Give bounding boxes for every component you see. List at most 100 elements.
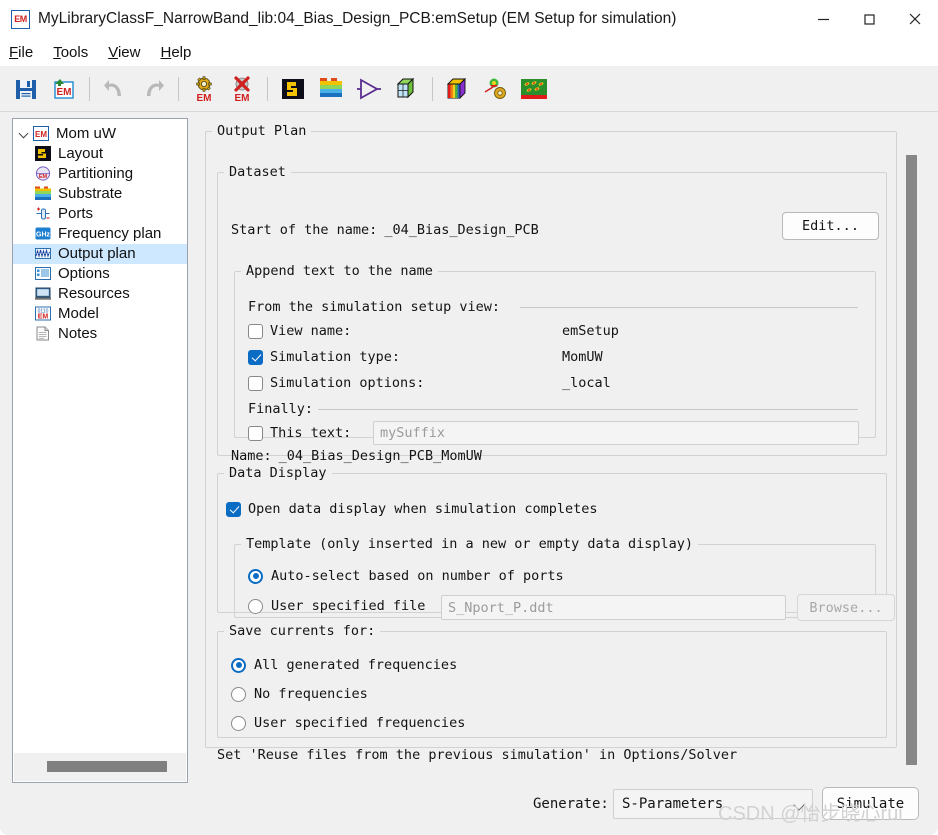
all-frequencies-label: All generated frequencies	[254, 657, 458, 673]
view-name-checkbox[interactable]	[248, 323, 263, 339]
bottom-bar: Generate: S-Parameters Simulate	[200, 783, 938, 828]
em-simulate-icon[interactable]: EM	[187, 72, 221, 106]
all-frequencies-radio[interactable]	[231, 657, 246, 673]
sidebar-horizontal-scrollbar[interactable]	[14, 753, 186, 781]
this-text-input[interactable]: mySuffix	[373, 421, 859, 445]
svg-text:EM: EM	[39, 174, 48, 180]
menu-help-label: elp	[171, 43, 192, 61]
user-specified-file-radio[interactable]	[248, 598, 263, 614]
generate-select-value: S-Parameters	[622, 796, 724, 812]
sidebar-item-partitioning[interactable]: EM Partitioning	[13, 164, 187, 184]
auto-select-radio[interactable]	[248, 568, 263, 584]
sidebar-item-resources[interactable]: Resources	[13, 284, 187, 304]
sidebar-item-options[interactable]: Options	[13, 264, 187, 284]
em-stop-icon[interactable]: EM	[225, 72, 259, 106]
menu-help[interactable]: Help	[160, 44, 191, 61]
no-frequencies-row[interactable]: No frequencies	[231, 686, 368, 702]
append-text-group: Append text to the name From the simulat…	[234, 263, 876, 445]
this-text-row[interactable]: This text:	[248, 425, 351, 441]
menu-tools[interactable]: Tools	[53, 44, 88, 61]
generate-select[interactable]: S-Parameters	[613, 789, 813, 819]
svg-text:EM: EM	[57, 87, 72, 98]
rainbow-cube-icon[interactable]	[441, 72, 475, 106]
menu-view-mnemonic: V	[108, 43, 118, 61]
scrollbar-thumb[interactable]	[906, 155, 917, 765]
output-plan-group-title: Output Plan	[217, 123, 307, 139]
edit-button[interactable]: Edit...	[782, 212, 879, 240]
this-text-checkbox[interactable]	[248, 425, 263, 441]
model-icon: 0110 EM	[35, 306, 53, 322]
sidebar-item-label: Model	[58, 305, 99, 322]
visualization-gear-icon[interactable]	[479, 72, 513, 106]
navigation-tree[interactable]: EM Mom uW Layout EM Partitioning Substra…	[12, 118, 188, 783]
auto-select-row[interactable]: Auto-select based on number of ports	[248, 568, 564, 584]
save-em-setup-icon[interactable]: EM	[47, 72, 81, 106]
save-icon[interactable]	[9, 72, 43, 106]
minimize-icon[interactable]	[800, 0, 846, 38]
simulation-type-checkbox[interactable]	[248, 349, 263, 365]
sidebar-item-label: Layout	[58, 145, 104, 162]
toolbar-separator	[89, 76, 90, 101]
sidebar-item-output-plan[interactable]: Output plan	[13, 244, 187, 264]
close-icon[interactable]	[892, 0, 938, 38]
simulation-options-row[interactable]: Simulation options:	[248, 375, 424, 391]
maximize-icon[interactable]	[846, 0, 892, 38]
user-specified-file-row[interactable]: User specified file	[248, 598, 425, 614]
finally-label: Finally:	[248, 401, 314, 417]
simulate-button[interactable]: Simulate	[822, 787, 919, 820]
sidebar-item-label: Resources	[58, 285, 130, 302]
menu-help-mnemonic: H	[160, 43, 172, 61]
sidebar-item-substrate[interactable]: Substrate	[13, 184, 187, 204]
mesh-cube-icon[interactable]	[390, 72, 424, 106]
main-vertical-scrollbar[interactable]	[900, 123, 922, 776]
simulation-type-row[interactable]: Simulation type:	[248, 349, 400, 365]
menu-view[interactable]: View	[108, 44, 140, 61]
substrate-icon[interactable]	[314, 72, 348, 106]
no-frequencies-radio[interactable]	[231, 686, 246, 702]
simulation-options-checkbox[interactable]	[248, 375, 263, 391]
start-of-name-value: _04_Bias_Design_PCB	[384, 222, 539, 238]
emmodel-symbol-icon[interactable]	[352, 72, 386, 106]
sidebar-item-model[interactable]: 0110 EM Model	[13, 304, 187, 324]
output-plan-group: Output Plan Dataset Start of the name: _…	[205, 123, 897, 763]
from-view-divider	[520, 307, 858, 308]
reuse-files-hint: Set 'Reuse files from the previous simul…	[217, 747, 738, 763]
redo-icon[interactable]	[136, 72, 170, 106]
menu-bar: File Tools View Help	[0, 38, 938, 66]
dataset-name-value: _04_Bias_Design_PCB_MomUW	[278, 448, 482, 464]
tree-item-mom-uw[interactable]: EM Mom uW	[13, 124, 187, 144]
chevron-down-icon[interactable]	[17, 127, 31, 141]
tree-item-label: Mom uW	[56, 125, 116, 142]
open-data-display-checkbox[interactable]	[226, 501, 241, 517]
options-icon	[35, 266, 53, 282]
current-density-icon[interactable]	[517, 72, 551, 106]
this-text-label: This text:	[270, 425, 352, 441]
toolbar-separator	[267, 76, 268, 101]
data-display-group-title: Data Display	[229, 465, 327, 481]
all-frequencies-row[interactable]: All generated frequencies	[231, 657, 457, 673]
user-frequencies-row[interactable]: User specified frequencies	[231, 715, 465, 731]
sidebar-item-ports[interactable]: Ports	[13, 204, 187, 224]
open-data-display-row[interactable]: Open data display when simulation comple…	[226, 501, 598, 517]
undo-icon[interactable]	[98, 72, 132, 106]
layout-icon[interactable]	[276, 72, 310, 106]
scrollbar-thumb[interactable]	[47, 761, 167, 772]
view-name-row[interactable]: View name:	[248, 323, 351, 339]
output-plan-icon	[35, 246, 53, 262]
window-controls	[800, 0, 938, 38]
browse-button[interactable]: Browse...	[797, 594, 895, 621]
window-title: MyLibraryClassF_NarrowBand_lib:04_Bias_D…	[38, 10, 677, 27]
user-frequencies-radio[interactable]	[231, 715, 246, 731]
append-text-group-title: Append text to the name	[246, 263, 433, 279]
save-currents-group-title: Save currents for:	[229, 623, 376, 639]
sidebar-item-layout[interactable]: Layout	[13, 144, 187, 164]
sidebar-item-label: Partitioning	[58, 165, 134, 182]
sidebar-item-frequency-plan[interactable]: GHz Frequency plan	[13, 224, 187, 244]
dataset-group: Dataset Start of the name: _04_Bias_Desi…	[217, 164, 887, 464]
user-specified-file-input[interactable]: S_Nport_P.ddt	[441, 595, 786, 620]
menu-file[interactable]: File	[9, 44, 33, 61]
save-currents-group: Save currents for: All generated frequen…	[217, 623, 887, 738]
chevron-down-icon[interactable]	[795, 801, 804, 810]
substrate-icon	[35, 186, 53, 202]
sidebar-item-notes[interactable]: Notes	[13, 324, 187, 344]
